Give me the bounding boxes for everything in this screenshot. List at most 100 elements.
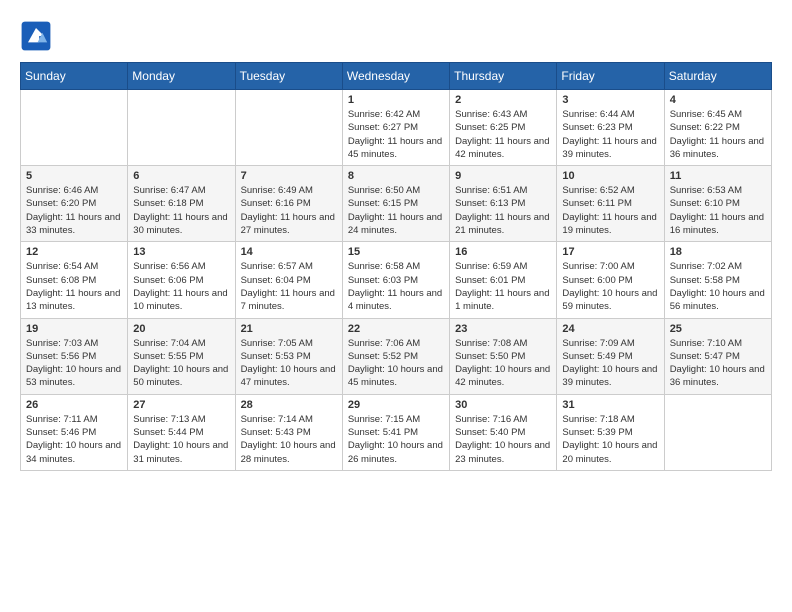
week-row-5: 26 Sunrise: 7:11 AMSunset: 5:46 PMDayligh… [21,394,772,470]
day-number: 25 [670,323,766,335]
day-info: Sunrise: 6:50 AMSunset: 6:15 PMDaylight:… [348,184,444,237]
day-number: 16 [455,246,551,258]
calendar-cell: 16 Sunrise: 6:59 AMSunset: 6:01 PMDayligh… [450,242,557,318]
day-info: Sunrise: 6:44 AMSunset: 6:23 PMDaylight:… [562,108,658,161]
day-info: Sunrise: 6:58 AMSunset: 6:03 PMDaylight:… [348,260,444,313]
calendar-cell: 10Sunrise: 6:52 AMSunset: 6:11 PMDayligh… [557,166,664,242]
day-info: Sunrise: 6:53 AMSunset: 6:10 PMDaylight:… [670,184,766,237]
day-number: 4 [670,94,766,106]
calendar-cell: 12Sunrise: 6:54 AMSunset: 6:08 PMDayligh… [21,242,128,318]
day-info: Sunrise: 7:03 AMSunset: 5:56 PMDaylight:… [26,337,122,390]
day-number: 2 [455,94,551,106]
day-info: Sunrise: 7:08 AMSunset: 5:50 PMDaylight:… [455,337,551,390]
day-number: 23 [455,323,551,335]
day-number: 3 [562,94,658,106]
calendar-cell: 9Sunrise: 6:51 AMSunset: 6:13 PMDaylight… [450,166,557,242]
day-number: 28 [241,399,337,411]
day-info: Sunrise: 6:51 AMSunset: 6:13 PMDaylight:… [455,184,551,237]
day-number: 19 [26,323,122,335]
calendar-cell: 4 Sunrise: 6:45 AMSunset: 6:22 PMDaylight… [664,90,771,166]
calendar-cell: 2 Sunrise: 6:43 AMSunset: 6:25 PMDaylight… [450,90,557,166]
day-number: 6 [133,170,229,182]
week-row-1: 1 Sunrise: 6:42 AMSunset: 6:27 PMDaylight… [21,90,772,166]
day-info: Sunrise: 6:45 AMSunset: 6:22 PMDaylight:… [670,108,766,161]
calendar-cell: 20 Sunrise: 7:04 AMSunset: 5:55 PMDayligh… [128,318,235,394]
weekday-header-monday: Monday [128,63,235,90]
page: SundayMondayTuesdayWednesdayThursdayFrid… [0,0,792,481]
day-number: 13 [133,246,229,258]
day-info: Sunrise: 6:47 AMSunset: 6:18 PMDaylight:… [133,184,229,237]
calendar-cell: 7 Sunrise: 6:49 AMSunset: 6:16 PMDaylight… [235,166,342,242]
day-info: Sunrise: 7:02 AMSunset: 5:58 PMDaylight:… [670,260,766,313]
calendar-cell: 22 Sunrise: 7:06 AMSunset: 5:52 PMDayligh… [342,318,449,394]
day-number: 1 [348,94,444,106]
calendar-cell [21,90,128,166]
calendar-cell: 1 Sunrise: 6:42 AMSunset: 6:27 PMDaylight… [342,90,449,166]
day-number: 22 [348,323,444,335]
calendar-cell: 11Sunrise: 6:53 AMSunset: 6:10 PMDayligh… [664,166,771,242]
day-number: 18 [670,246,766,258]
week-row-4: 19 Sunrise: 7:03 AMSunset: 5:56 PMDayligh… [21,318,772,394]
weekday-header-tuesday: Tuesday [235,63,342,90]
day-number: 26 [26,399,122,411]
calendar-cell: 31 Sunrise: 7:18 AMSunset: 5:39 PMDayligh… [557,394,664,470]
day-number: 20 [133,323,229,335]
calendar-cell: 25Sunrise: 7:10 AMSunset: 5:47 PMDayligh… [664,318,771,394]
day-info: Sunrise: 7:00 AMSunset: 6:00 PMDaylight:… [562,260,658,313]
calendar-cell: 23 Sunrise: 7:08 AMSunset: 5:50 PMDayligh… [450,318,557,394]
calendar-cell: 15Sunrise: 6:58 AMSunset: 6:03 PMDayligh… [342,242,449,318]
day-number: 7 [241,170,337,182]
day-info: Sunrise: 7:13 AMSunset: 5:44 PMDaylight:… [133,413,229,466]
logo [20,20,56,52]
header-area [20,20,772,52]
logo-icon [20,20,52,52]
day-info: Sunrise: 7:04 AMSunset: 5:55 PMDaylight:… [133,337,229,390]
day-number: 14 [241,246,337,258]
day-number: 30 [455,399,551,411]
day-info: Sunrise: 7:14 AMSunset: 5:43 PMDaylight:… [241,413,337,466]
calendar-cell [128,90,235,166]
day-number: 21 [241,323,337,335]
calendar-cell: 18 Sunrise: 7:02 AMSunset: 5:58 PMDayligh… [664,242,771,318]
day-info: Sunrise: 6:49 AMSunset: 6:16 PMDaylight:… [241,184,337,237]
calendar-cell: 29 Sunrise: 7:15 AMSunset: 5:41 PMDayligh… [342,394,449,470]
weekday-header-thursday: Thursday [450,63,557,90]
day-info: Sunrise: 6:56 AMSunset: 6:06 PMDaylight:… [133,260,229,313]
day-number: 17 [562,246,658,258]
day-number: 27 [133,399,229,411]
day-info: Sunrise: 6:59 AMSunset: 6:01 PMDaylight:… [455,260,551,313]
calendar-table: SundayMondayTuesdayWednesdayThursdayFrid… [20,62,772,471]
day-info: Sunrise: 6:52 AMSunset: 6:11 PMDaylight:… [562,184,658,237]
calendar-cell: 27 Sunrise: 7:13 AMSunset: 5:44 PMDayligh… [128,394,235,470]
calendar-cell: 3 Sunrise: 6:44 AMSunset: 6:23 PMDaylight… [557,90,664,166]
day-info: Sunrise: 7:11 AMSunset: 5:46 PMDaylight:… [26,413,122,466]
day-info: Sunrise: 6:46 AMSunset: 6:20 PMDaylight:… [26,184,122,237]
weekday-header-wednesday: Wednesday [342,63,449,90]
weekday-header-row: SundayMondayTuesdayWednesdayThursdayFrid… [21,63,772,90]
week-row-3: 12Sunrise: 6:54 AMSunset: 6:08 PMDayligh… [21,242,772,318]
calendar-cell: 19 Sunrise: 7:03 AMSunset: 5:56 PMDayligh… [21,318,128,394]
day-info: Sunrise: 7:05 AMSunset: 5:53 PMDaylight:… [241,337,337,390]
calendar-cell: 24 Sunrise: 7:09 AMSunset: 5:49 PMDayligh… [557,318,664,394]
day-number: 5 [26,170,122,182]
calendar-cell: 28 Sunrise: 7:14 AMSunset: 5:43 PMDayligh… [235,394,342,470]
day-info: Sunrise: 7:15 AMSunset: 5:41 PMDaylight:… [348,413,444,466]
weekday-header-friday: Friday [557,63,664,90]
day-info: Sunrise: 7:06 AMSunset: 5:52 PMDaylight:… [348,337,444,390]
calendar-cell [235,90,342,166]
day-info: Sunrise: 6:43 AMSunset: 6:25 PMDaylight:… [455,108,551,161]
day-info: Sunrise: 7:18 AMSunset: 5:39 PMDaylight:… [562,413,658,466]
day-number: 24 [562,323,658,335]
calendar-cell: 14Sunrise: 6:57 AMSunset: 6:04 PMDayligh… [235,242,342,318]
day-number: 31 [562,399,658,411]
day-number: 8 [348,170,444,182]
calendar-cell: 5 Sunrise: 6:46 AMSunset: 6:20 PMDaylight… [21,166,128,242]
calendar-cell: 26 Sunrise: 7:11 AMSunset: 5:46 PMDayligh… [21,394,128,470]
weekday-header-sunday: Sunday [21,63,128,90]
day-info: Sunrise: 7:09 AMSunset: 5:49 PMDaylight:… [562,337,658,390]
calendar-cell: 30Sunrise: 7:16 AMSunset: 5:40 PMDayligh… [450,394,557,470]
week-row-2: 5 Sunrise: 6:46 AMSunset: 6:20 PMDaylight… [21,166,772,242]
day-number: 29 [348,399,444,411]
day-number: 12 [26,246,122,258]
day-info: Sunrise: 6:42 AMSunset: 6:27 PMDaylight:… [348,108,444,161]
